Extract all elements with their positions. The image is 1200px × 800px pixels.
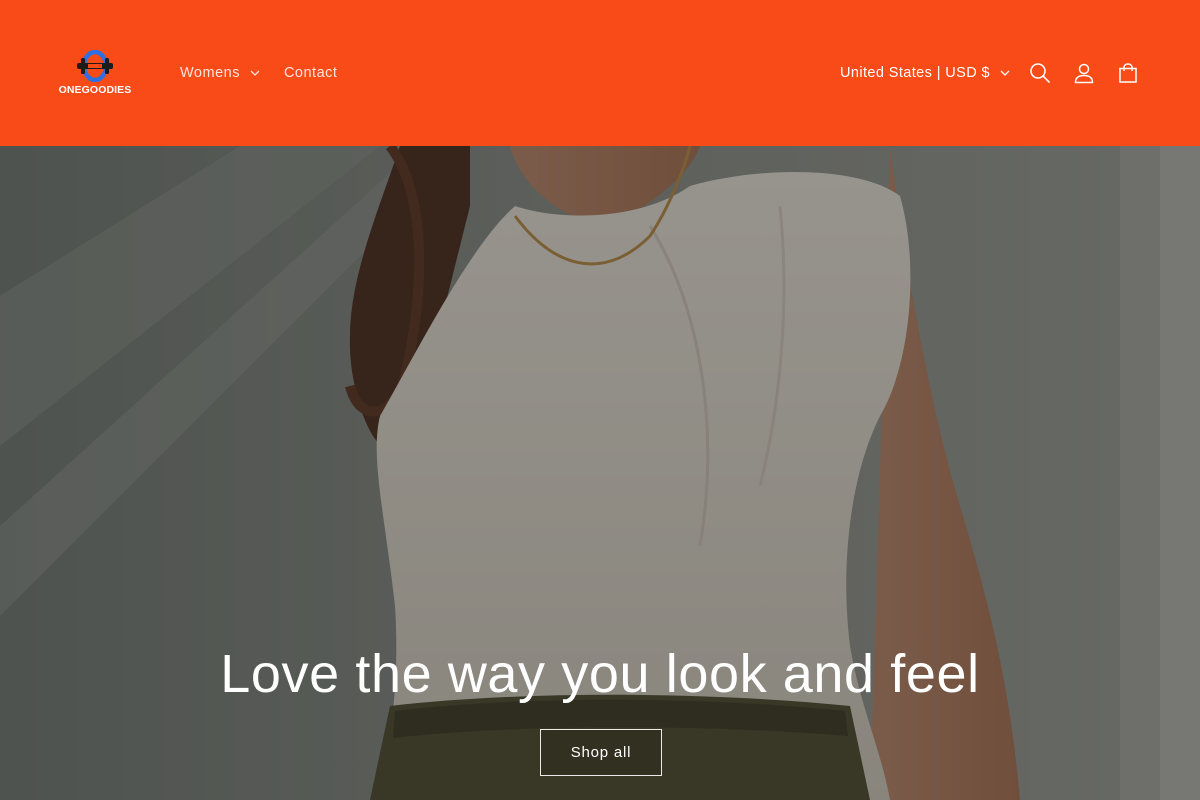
- header-actions: United States | USD $: [832, 51, 1150, 95]
- locale-selector[interactable]: United States | USD $: [832, 57, 1018, 89]
- brand-name: ONEGOODIES: [58, 84, 132, 96]
- nav-item-contact[interactable]: Contact: [272, 57, 349, 89]
- chevron-down-icon: [250, 70, 260, 76]
- brand-logo[interactable]: ONEGOODIES: [58, 50, 132, 96]
- cart-button[interactable]: [1106, 51, 1150, 95]
- shop-all-button[interactable]: Shop all: [540, 729, 662, 776]
- main-nav: Womens Contact: [168, 57, 349, 89]
- cart-icon: [1119, 63, 1137, 83]
- nav-item-label: Contact: [283, 65, 338, 81]
- site-header: ONEGOODIES Womens Contact United States …: [0, 0, 1200, 146]
- hero-title: Love the way you look and feel: [220, 644, 980, 704]
- account-icon: [1074, 63, 1094, 84]
- brand-logo-mark: [77, 50, 113, 82]
- hero-banner: Love the way you look and feel Shop all: [0, 146, 1200, 800]
- nav-item-label: Womens: [180, 65, 240, 81]
- nav-item-womens[interactable]: Womens: [168, 57, 272, 89]
- account-button[interactable]: [1062, 51, 1106, 95]
- search-button[interactable]: [1018, 51, 1062, 95]
- locale-label: United States | USD $: [840, 65, 990, 81]
- search-icon: [1030, 63, 1051, 84]
- chevron-down-icon: [1000, 70, 1010, 76]
